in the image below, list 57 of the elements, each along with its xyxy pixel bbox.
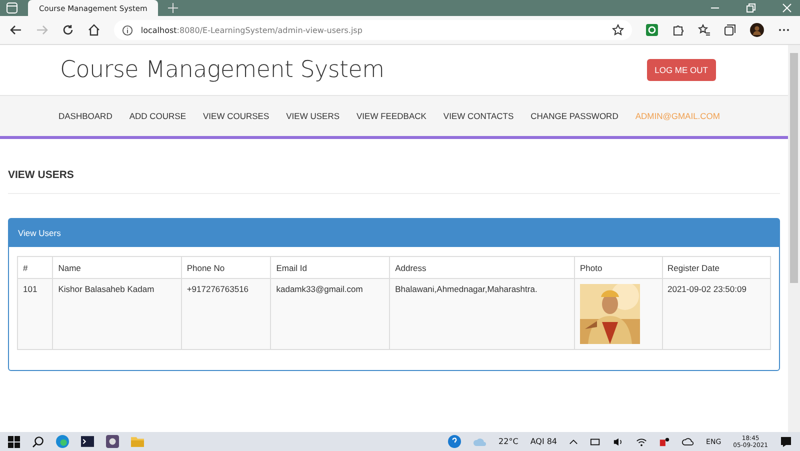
nav-link[interactable]: ADD COURSE xyxy=(129,111,186,121)
weather-icon xyxy=(472,436,487,446)
column-header: Address xyxy=(390,256,574,278)
tab-actions-icon[interactable] xyxy=(6,2,18,14)
more-icon[interactable] xyxy=(778,28,790,32)
close-icon[interactable] xyxy=(782,3,792,13)
puzzle-icon[interactable] xyxy=(672,24,684,36)
table-cell: 101 xyxy=(18,278,53,350)
logout-button[interactable]: LOG ME OUT xyxy=(646,59,716,81)
windows-icon[interactable] xyxy=(8,436,20,448)
column-header: # xyxy=(18,256,53,278)
column-header: Register Date xyxy=(662,256,770,278)
column-header: Photo xyxy=(574,256,662,278)
nav-link[interactable]: VIEW COURSES xyxy=(203,111,270,121)
notification-icon[interactable] xyxy=(780,436,792,448)
extension-icon[interactable] xyxy=(646,24,658,36)
cloud-icon[interactable] xyxy=(682,437,694,446)
wifi-icon[interactable] xyxy=(636,436,648,446)
address-field[interactable]: localhost:8080/E-LearningSystem/admin-view-users.jsp xyxy=(114,20,632,40)
refresh-icon[interactable] xyxy=(62,24,74,36)
nav-link[interactable]: VIEW CONTACTS xyxy=(443,111,514,121)
nav-link[interactable]: VIEW USERS xyxy=(286,111,340,121)
search-icon[interactable] xyxy=(32,436,44,448)
help-icon[interactable] xyxy=(448,435,461,448)
home-icon[interactable] xyxy=(88,24,100,36)
table-cell: Bhalawani,Ahmednagar,Maharashtra. xyxy=(390,278,574,350)
aqi-text: AQI 84 xyxy=(530,437,558,446)
avatar-icon[interactable] xyxy=(750,23,764,37)
collections-icon[interactable] xyxy=(724,24,736,36)
column-header: Phone No xyxy=(181,256,271,278)
table-cell: 2021-09-02 23:50:09 xyxy=(662,278,770,350)
panel-title: View Users xyxy=(18,228,61,238)
column-header: Name xyxy=(52,256,182,278)
speaker-icon[interactable] xyxy=(613,436,624,446)
info-icon xyxy=(122,24,133,36)
nav-link[interactable]: CHANGE PASSWORD xyxy=(530,111,618,121)
site-title: Course Management System xyxy=(60,57,386,83)
favorites-icon[interactable] xyxy=(698,24,710,36)
column-header: Email Id xyxy=(270,256,390,278)
table-cell: Kishor Balasaheb Kadam xyxy=(52,278,182,350)
terminal-icon[interactable] xyxy=(81,435,94,448)
favorite-icon[interactable] xyxy=(612,24,624,36)
browser-icon[interactable] xyxy=(56,435,69,448)
new-tab-icon[interactable] xyxy=(168,3,178,13)
page-heading: VIEW USERS xyxy=(8,139,780,194)
scrollbar[interactable] xyxy=(788,45,800,432)
table-cell: kadamk33@gmail.com xyxy=(270,278,390,350)
temperature-text: 22°C xyxy=(498,437,518,446)
table-cell: +917276763516 xyxy=(181,278,271,350)
chevron-up-icon[interactable] xyxy=(569,438,578,444)
url-text: localhost:8080/E-LearningSystem/admin-view-users.jsp xyxy=(140,26,362,34)
app-icon[interactable] xyxy=(106,435,119,448)
battery-icon[interactable] xyxy=(590,438,602,446)
nav-link[interactable]: VIEW FEEDBACK xyxy=(356,111,426,121)
nav-link[interactable]: DASHBOARD xyxy=(58,111,112,121)
restore-icon[interactable] xyxy=(746,3,756,13)
back-icon[interactable] xyxy=(10,24,22,36)
